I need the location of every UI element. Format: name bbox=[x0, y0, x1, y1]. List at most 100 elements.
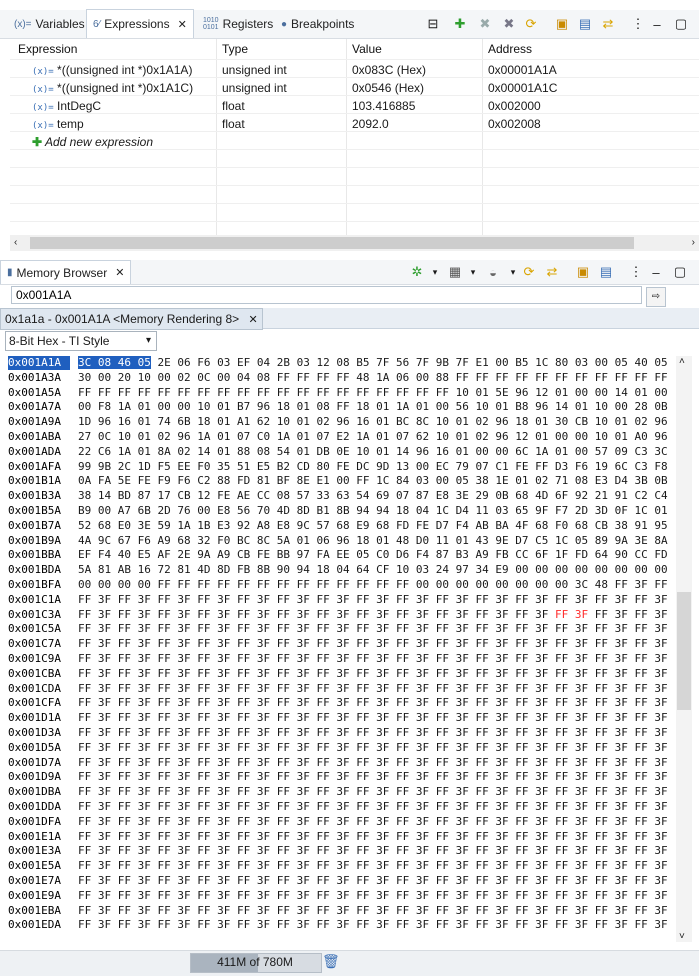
memory-byte[interactable]: FF bbox=[555, 741, 568, 754]
memory-byte[interactable]: FF bbox=[635, 800, 648, 813]
memory-byte[interactable]: C3 bbox=[635, 460, 648, 473]
memory-byte[interactable]: 3F bbox=[495, 904, 508, 917]
memory-byte[interactable]: FF bbox=[78, 815, 91, 828]
memory-byte[interactable]: 3F bbox=[177, 608, 190, 621]
memory-byte[interactable]: 91 bbox=[635, 519, 648, 532]
memory-byte[interactable]: CC bbox=[635, 548, 648, 561]
memory-byte[interactable]: FF bbox=[436, 711, 449, 724]
memory-byte[interactable]: FF bbox=[635, 904, 648, 917]
memory-byte[interactable]: 3F bbox=[456, 889, 469, 902]
memory-byte[interactable]: 3B bbox=[635, 474, 648, 487]
memory-byte[interactable]: FF bbox=[237, 844, 250, 857]
memory-byte[interactable]: 00 bbox=[158, 371, 171, 384]
memory-byte[interactable]: 3F bbox=[297, 844, 310, 857]
memory-byte[interactable]: 00 bbox=[436, 400, 449, 413]
memory-byte[interactable]: 88 bbox=[237, 445, 250, 458]
memory-byte[interactable]: 17 bbox=[158, 489, 171, 502]
memory-byte[interactable]: FF bbox=[158, 578, 171, 591]
memory-byte[interactable]: FF bbox=[356, 889, 369, 902]
memory-byte[interactable]: FF bbox=[635, 815, 648, 828]
memory-byte[interactable]: 10 bbox=[595, 430, 608, 443]
memory-byte[interactable]: FF bbox=[436, 682, 449, 695]
memory-byte[interactable]: 3F bbox=[257, 741, 270, 754]
memory-byte[interactable]: FF bbox=[237, 874, 250, 887]
memory-byte[interactable]: 38 bbox=[78, 489, 91, 502]
memory-byte[interactable]: FF bbox=[515, 622, 528, 635]
memory-byte[interactable]: 3F bbox=[575, 874, 588, 887]
memory-byte[interactable]: FF bbox=[555, 608, 568, 621]
memory-bytes[interactable]: FF 3F FF 3F FF 3F FF 3F FF 3F FF 3F FF 3… bbox=[78, 726, 668, 740]
memory-byte[interactable]: FF bbox=[436, 918, 449, 931]
memory-byte[interactable]: 3F bbox=[416, 726, 429, 739]
memory-byte[interactable]: FF bbox=[356, 608, 369, 621]
memory-byte[interactable]: FF bbox=[317, 637, 330, 650]
memory-byte[interactable]: 3F bbox=[495, 859, 508, 872]
memory-byte[interactable]: 3F bbox=[416, 904, 429, 917]
memory-byte[interactable]: 94 bbox=[356, 504, 369, 517]
memory-byte[interactable]: 3F bbox=[138, 859, 151, 872]
memory-byte[interactable]: 3F bbox=[654, 608, 667, 621]
memory-byte[interactable]: FF bbox=[535, 371, 548, 384]
memory-byte[interactable]: FF bbox=[78, 652, 91, 665]
memory-byte[interactable]: 3F bbox=[297, 667, 310, 680]
memory-byte[interactable]: 00 bbox=[595, 356, 608, 369]
memory-byte[interactable]: 3F bbox=[456, 815, 469, 828]
memory-byte[interactable]: 3F bbox=[416, 637, 429, 650]
memory-byte[interactable]: 3F bbox=[416, 830, 429, 843]
memory-byte[interactable]: D7 bbox=[515, 534, 528, 547]
memory-byte[interactable]: FF bbox=[158, 741, 171, 754]
memory-byte[interactable]: 3F bbox=[535, 682, 548, 695]
memory-byte[interactable]: FF bbox=[436, 741, 449, 754]
memory-bytes[interactable]: 99 9B 2C 1D F5 EE F0 35 51 E5 B2 CD 80 F… bbox=[78, 460, 668, 474]
memory-byte[interactable]: 80 bbox=[317, 460, 330, 473]
memory-byte[interactable]: FF bbox=[515, 904, 528, 917]
memory-byte[interactable]: F6 bbox=[575, 460, 588, 473]
go-button[interactable]: ⇨ bbox=[646, 287, 666, 307]
memory-byte[interactable]: 18 bbox=[197, 415, 210, 428]
memory-byte[interactable]: FF bbox=[237, 682, 250, 695]
memory-byte[interactable]: 3F bbox=[495, 889, 508, 902]
memory-byte[interactable]: FF bbox=[118, 652, 131, 665]
memory-byte[interactable]: FF bbox=[595, 741, 608, 754]
memory-byte[interactable]: 3F bbox=[336, 711, 349, 724]
memory-byte[interactable]: 3F bbox=[416, 800, 429, 813]
memory-byte[interactable]: FF bbox=[515, 371, 528, 384]
memory-byte[interactable]: 3F bbox=[376, 726, 389, 739]
memory-byte[interactable]: 1C bbox=[635, 504, 648, 517]
memory-byte[interactable]: 3F bbox=[217, 815, 230, 828]
memory-byte[interactable]: F0 bbox=[555, 519, 568, 532]
memory-byte[interactable]: FF bbox=[197, 859, 210, 872]
memory-byte[interactable]: 3F bbox=[217, 770, 230, 783]
memory-byte[interactable]: 3F bbox=[217, 622, 230, 635]
memory-byte[interactable]: FF bbox=[78, 904, 91, 917]
memory-byte[interactable]: 16 bbox=[436, 445, 449, 458]
memory-byte[interactable]: FF bbox=[78, 726, 91, 739]
memory-byte[interactable]: 1B bbox=[197, 519, 210, 532]
tab-breakpoints[interactable]: ● Breakpoints bbox=[281, 10, 354, 38]
memory-byte[interactable]: 3F bbox=[654, 859, 667, 872]
memory-byte[interactable]: 52 bbox=[78, 519, 91, 532]
memory-byte[interactable]: 3F bbox=[376, 844, 389, 857]
memory-byte[interactable]: FF bbox=[98, 386, 111, 399]
memory-byte[interactable]: 22 bbox=[78, 445, 91, 458]
memory-bytes[interactable]: FF 3F FF 3F FF 3F FF 3F FF 3F FF 3F FF 3… bbox=[78, 889, 668, 903]
memory-byte[interactable]: FF bbox=[217, 386, 230, 399]
memory-byte[interactable]: FF bbox=[197, 770, 210, 783]
memory-byte[interactable]: FF bbox=[436, 637, 449, 650]
memory-byte[interactable]: 02 bbox=[158, 430, 171, 443]
memory-byte[interactable]: 00 bbox=[515, 563, 528, 576]
memory-byte[interactable]: FF bbox=[118, 815, 131, 828]
memory-byte[interactable]: FF bbox=[277, 593, 290, 606]
remove-all-icon[interactable]: ✖ bbox=[500, 15, 518, 33]
memory-byte[interactable]: 3F bbox=[177, 830, 190, 843]
memory-byte[interactable]: 00 bbox=[158, 400, 171, 413]
memory-byte[interactable]: FF bbox=[635, 593, 648, 606]
memory-byte[interactable]: 10 bbox=[436, 415, 449, 428]
export-icon[interactable]: ▤ bbox=[576, 15, 594, 33]
memory-byte[interactable]: FF bbox=[595, 800, 608, 813]
memory-byte[interactable]: 3F bbox=[654, 667, 667, 680]
memory-byte[interactable]: 3F bbox=[297, 652, 310, 665]
memory-byte[interactable]: 64 bbox=[356, 563, 369, 576]
memory-byte[interactable]: 96 bbox=[654, 415, 667, 428]
memory-byte[interactable]: 3F bbox=[615, 889, 628, 902]
